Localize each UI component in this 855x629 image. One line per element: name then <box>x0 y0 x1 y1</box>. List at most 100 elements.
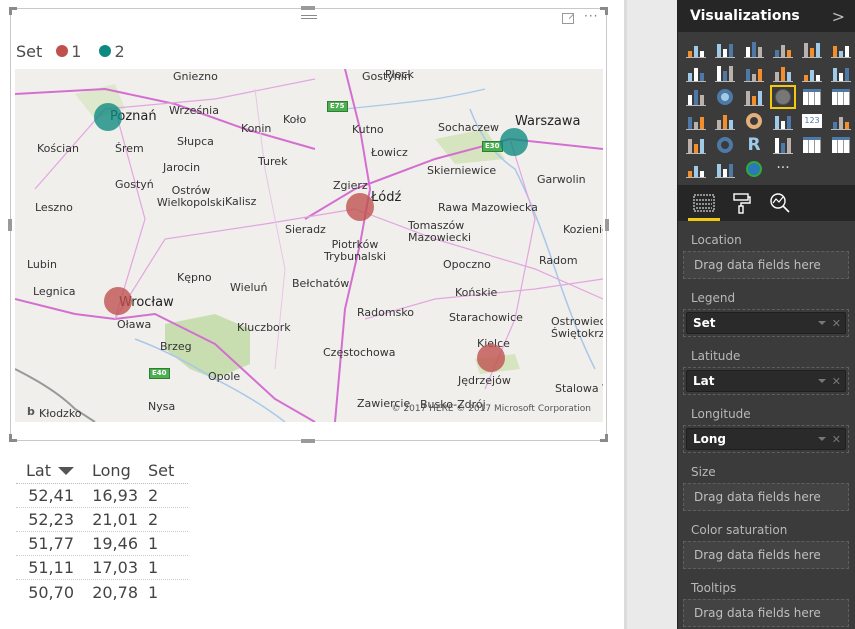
city-label: Lubin <box>27 258 57 271</box>
analytics-tab[interactable] <box>768 191 792 215</box>
drag-grip-icon[interactable] <box>301 13 317 21</box>
card-icon[interactable]: 123 <box>801 111 823 131</box>
report-canvas[interactable]: ··· Set 1 2 Gniezno Płock Poznań Wrześni… <box>0 0 624 629</box>
remove-field-icon[interactable]: ✕ <box>832 375 841 388</box>
cell-long: 16,93 <box>92 486 138 505</box>
100-stacked-column-chart-icon[interactable] <box>830 39 852 59</box>
city-label: Skierniewice <box>427 164 497 177</box>
well-legend[interactable]: Set ✕ <box>683 309 849 337</box>
scatter-chart-icon[interactable] <box>685 87 707 107</box>
map-visual[interactable]: ··· Set 1 2 Gniezno Płock Poznań Wrześni… <box>8 6 609 443</box>
funnel-icon[interactable] <box>714 111 736 131</box>
table-icon[interactable] <box>801 87 823 107</box>
legend-label: 1 <box>71 41 82 61</box>
legend-item-2[interactable]: 2 <box>99 42 125 61</box>
kpi-icon[interactable] <box>830 111 852 131</box>
chevron-down-icon[interactable] <box>817 321 826 325</box>
resize-handle-bottom[interactable] <box>301 439 315 443</box>
well-latitude[interactable]: Lat ✕ <box>683 367 849 395</box>
treemap-icon[interactable] <box>743 87 765 107</box>
100-stacked-bar-chart-icon[interactable] <box>801 39 823 59</box>
color-tiles-icon[interactable] <box>714 159 736 179</box>
column-header-lat[interactable]: Lat <box>16 461 82 480</box>
city-label: Opole <box>208 370 241 383</box>
globe-map-icon[interactable] <box>743 159 765 179</box>
field-pill[interactable]: Lat ✕ <box>686 370 846 392</box>
line-stacked-column-chart-icon[interactable] <box>801 63 823 83</box>
field-name: Long <box>693 432 727 446</box>
cell-long: 21,01 <box>92 510 138 529</box>
more-options-icon[interactable]: ··· <box>584 9 598 23</box>
field-pill[interactable]: Set ✕ <box>686 312 846 334</box>
fields-icon <box>693 194 715 212</box>
stacked-column-chart-icon[interactable] <box>714 39 736 59</box>
focus-mode-icon[interactable] <box>562 13 574 24</box>
matrix-icon[interactable] <box>830 87 852 107</box>
map-marker-set-1[interactable] <box>477 344 506 373</box>
table-visual-icon[interactable] <box>801 135 823 155</box>
city-label: Brzeg <box>160 340 192 353</box>
well-tooltips-dropzone[interactable]: Drag data fields here <box>683 599 849 627</box>
remove-field-icon[interactable]: ✕ <box>832 317 841 330</box>
legend-title: Set <box>16 41 43 61</box>
city-label: Nysa <box>148 400 176 413</box>
resize-handle-bottom-right[interactable] <box>600 434 608 442</box>
legend-item-1[interactable]: 1 <box>56 42 81 61</box>
line-clustered-column-chart-icon[interactable] <box>772 63 794 83</box>
legend-dot-icon <box>99 45 112 57</box>
resize-handle-top-right[interactable] <box>600 7 608 15</box>
format-tab[interactable] <box>730 191 754 215</box>
well-location-dropzone[interactable]: Drag data fields here <box>683 251 849 279</box>
stacked-area-chart-icon[interactable] <box>743 63 765 83</box>
chevron-right-icon[interactable]: > <box>832 7 845 26</box>
area-chart-icon[interactable] <box>714 63 736 83</box>
visual-gallery: 123 R ··· <box>678 32 855 185</box>
resize-handle-top[interactable] <box>301 6 315 10</box>
clustered-column-chart-icon[interactable] <box>772 39 794 59</box>
river <box>344 88 486 110</box>
slicer-icon[interactable] <box>685 135 707 155</box>
city-label: Kutno <box>352 123 384 136</box>
map-marker-set-2[interactable] <box>500 128 529 157</box>
shape-map-icon[interactable] <box>772 135 794 155</box>
gauge-icon[interactable] <box>743 111 765 131</box>
stacked-bar-chart-icon[interactable] <box>685 39 707 59</box>
well-color-saturation-dropzone[interactable]: Drag data fields here <box>683 541 849 569</box>
r-script-visual-icon[interactable]: R <box>743 135 765 155</box>
map-canvas[interactable]: Gniezno Płock Poznań Września Gostynin W… <box>15 69 603 422</box>
fields-tab[interactable] <box>688 191 720 221</box>
map-marker-set-2[interactable] <box>93 103 122 131</box>
donut-chart-icon[interactable] <box>714 135 736 155</box>
chevron-down-icon[interactable] <box>817 437 826 441</box>
well-size-dropzone[interactable]: Drag data fields here <box>683 483 849 511</box>
well-longitude[interactable]: Long ✕ <box>683 425 849 453</box>
resize-handle-right[interactable] <box>605 219 609 231</box>
clustered-bar-chart-icon[interactable] <box>743 39 765 59</box>
line-chart-icon[interactable] <box>685 63 707 83</box>
map-marker-set-1[interactable] <box>345 193 374 222</box>
ribbon-chart-icon[interactable] <box>830 63 852 83</box>
resize-handle-top-left[interactable] <box>9 7 17 15</box>
remove-field-icon[interactable]: ✕ <box>832 433 841 446</box>
well-label: Legend <box>691 291 736 305</box>
city-label: Zgierz <box>333 179 368 192</box>
chevron-down-icon[interactable] <box>817 379 826 383</box>
resize-handle-left[interactable] <box>8 219 12 231</box>
resize-handle-bottom-left[interactable] <box>9 434 17 442</box>
map-icon[interactable] <box>770 85 796 109</box>
map-marker-set-1[interactable] <box>103 286 132 315</box>
waterfall-icon[interactable] <box>685 159 707 179</box>
pie-chart-icon[interactable] <box>714 87 736 107</box>
filled-map-icon[interactable] <box>685 111 707 131</box>
well-label: Tooltips <box>691 581 737 595</box>
column-header-long[interactable]: Long <box>82 461 148 480</box>
city-label: Kępno <box>177 271 212 284</box>
multi-row-card-icon[interactable] <box>772 111 794 131</box>
more-visuals-icon[interactable]: ··· <box>772 159 794 179</box>
column-header-set[interactable]: Set <box>148 461 188 480</box>
matrix-visual-icon[interactable] <box>830 135 852 155</box>
city-label: Leszno <box>35 201 73 214</box>
city-label: Słupca <box>177 135 214 148</box>
city-label: Oława <box>117 318 152 331</box>
field-pill[interactable]: Long ✕ <box>686 428 846 450</box>
